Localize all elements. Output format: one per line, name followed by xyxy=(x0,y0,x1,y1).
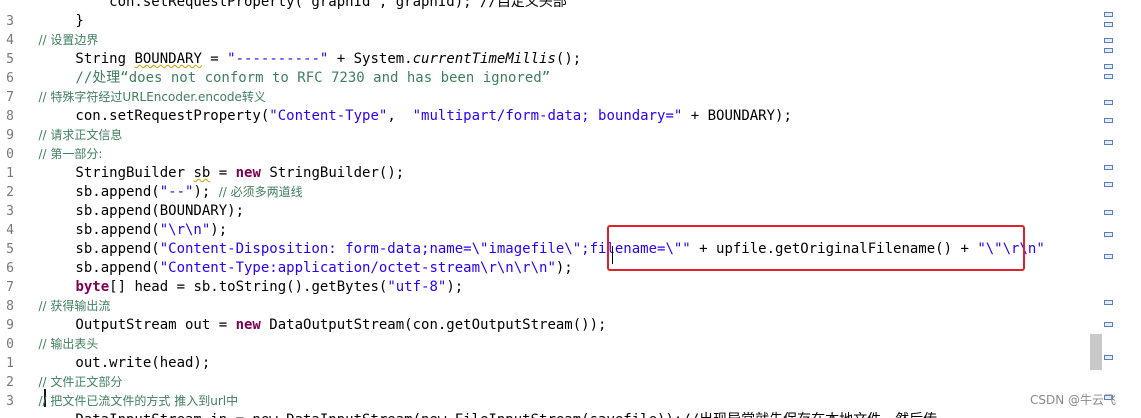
ruler-marker[interactable] xyxy=(1104,12,1113,17)
code-token: = xyxy=(210,165,236,181)
code-token: sb.append(BOUNDARY); xyxy=(8,203,245,219)
ruler-marker[interactable] xyxy=(1104,74,1113,79)
code-token: , xyxy=(387,108,413,124)
ruler-marker[interactable] xyxy=(1104,64,1113,69)
ruler-marker[interactable] xyxy=(1104,38,1113,43)
code-token: new xyxy=(235,317,261,333)
code-token: sb.append( xyxy=(8,241,160,257)
code-line[interactable]: DataInputStream in = new DataInputStream… xyxy=(8,411,937,418)
code-line[interactable]: byte[] head = sb.toString().getBytes("ut… xyxy=(8,278,463,297)
code-token: DataOutputStream(con.getOutputStream()); xyxy=(260,317,607,333)
code-token: con.setRequestProperty( xyxy=(8,108,270,124)
code-token: // 输出表头 xyxy=(8,337,99,351)
code-line[interactable]: sb.append("\r\n"); xyxy=(8,221,227,240)
code-token: con.setRequestProperty("graphId", graphI… xyxy=(8,0,567,10)
code-line[interactable]: // 请求正文信息 xyxy=(8,126,123,145)
code-token: (); xyxy=(555,51,582,67)
code-token: [] head = sb.toString().getBytes( xyxy=(109,279,388,295)
code-token: sb.append( xyxy=(8,184,160,200)
code-token: + BOUNDARY); xyxy=(682,108,792,124)
overview-ruler[interactable] xyxy=(1090,0,1141,418)
code-line[interactable]: // 设置边界 xyxy=(8,31,99,50)
code-line[interactable]: con.setRequestProperty("Content-Type", "… xyxy=(8,107,792,126)
code-token: ); xyxy=(446,279,464,295)
ruler-marker[interactable] xyxy=(1104,140,1113,145)
code-token: StringBuilder xyxy=(8,165,194,181)
ruler-marker[interactable] xyxy=(1104,182,1113,187)
code-line[interactable]: // 文件正文部分 xyxy=(8,373,123,392)
code-token: DataInputStream in = new DataInputStream… xyxy=(8,412,937,418)
code-token: "--" xyxy=(159,184,194,200)
code-token: ); xyxy=(193,184,219,200)
code-token: StringBuilder(); xyxy=(260,165,405,181)
code-token: sb xyxy=(193,165,211,181)
code-token: + System. xyxy=(328,51,413,67)
watermark: CSDN @牛云飞 xyxy=(1030,393,1117,407)
ruler-marker[interactable] xyxy=(1104,232,1113,237)
code-token: "multipart/form-data; boundary=" xyxy=(412,108,683,124)
code-token: "----------" xyxy=(227,51,329,67)
code-line[interactable]: // 输出表头 xyxy=(8,335,99,354)
code-line[interactable]: out.write(head); xyxy=(8,354,210,373)
code-token: sb.append( xyxy=(8,260,160,276)
code-token: } xyxy=(8,13,84,29)
ruler-marker[interactable] xyxy=(1104,48,1113,53)
code-token: //处理“does not conform to RFC 7230 and ha… xyxy=(8,70,551,86)
code-line[interactable]: // 把文件已流文件的方式 推入到url中 xyxy=(8,392,239,411)
ruler-marker[interactable] xyxy=(1104,254,1113,259)
code-token: // 获得输出流 xyxy=(8,299,111,313)
text-cursor xyxy=(612,246,613,264)
ruler-marker[interactable] xyxy=(1104,165,1113,170)
code-token: ); xyxy=(210,222,228,238)
code-line[interactable]: // 第一部分: xyxy=(8,145,103,164)
ruler-marker[interactable] xyxy=(1104,300,1113,305)
code-line[interactable]: sb.append("--"); // 必须多两道线 xyxy=(8,183,303,202)
code-line[interactable]: sb.append("Content-Type:application/octe… xyxy=(8,259,573,278)
code-token: = xyxy=(201,51,228,67)
code-token: // 第一部分: xyxy=(8,147,103,161)
code-line[interactable]: // 获得输出流 xyxy=(8,297,111,316)
code-token: currentTimeMillis xyxy=(412,51,556,67)
ruler-marker[interactable] xyxy=(1104,118,1113,123)
code-token: byte xyxy=(75,279,110,295)
code-token: new xyxy=(235,165,261,181)
code-token: // 必须多两道线 xyxy=(218,185,303,199)
code-token: // 把文件已流文件的方式 推入到url中 xyxy=(8,394,239,408)
code-token: "Content-Type" xyxy=(269,108,388,124)
code-token: // 特殊字符经过URLEncoder.encode转义 xyxy=(8,90,266,104)
ruler-marker[interactable] xyxy=(1104,100,1113,105)
code-line[interactable]: sb.append(BOUNDARY); xyxy=(8,202,244,221)
code-token: sb.append( xyxy=(8,222,160,238)
highlight-box xyxy=(607,225,1025,271)
code-editor[interactable]: 345678901234567890123 con.setRequestProp… xyxy=(0,0,1090,418)
ruler-marker[interactable] xyxy=(1104,210,1113,215)
scrollbar-thumb[interactable] xyxy=(1090,334,1102,370)
code-token: ); xyxy=(555,260,573,276)
code-line[interactable]: // 特殊字符经过URLEncoder.encode转义 xyxy=(8,88,266,107)
code-token: BOUNDARY xyxy=(134,51,202,67)
code-token: String xyxy=(8,51,135,67)
ruler-marker[interactable] xyxy=(1104,22,1113,27)
code-token: "utf-8" xyxy=(387,279,447,295)
code-line[interactable]: //处理“does not conform to RFC 7230 and ha… xyxy=(8,69,550,88)
code-line[interactable]: String BOUNDARY = "----------" + System.… xyxy=(8,50,581,69)
code-line[interactable]: OutputStream out = new DataOutputStream(… xyxy=(8,316,606,335)
code-token: "\r\n" xyxy=(159,222,211,238)
code-line[interactable]: } xyxy=(8,12,84,31)
ruler-marker[interactable] xyxy=(1104,322,1113,327)
code-token: // 请求正文信息 xyxy=(8,128,123,142)
code-line[interactable]: con.setRequestProperty("graphId", graphI… xyxy=(8,0,567,12)
code-line[interactable]: StringBuilder sb = new StringBuilder(); xyxy=(8,164,404,183)
code-token: OutputStream out = xyxy=(8,317,236,333)
code-token: "Content-Type:application/octet-stream\r… xyxy=(159,260,556,276)
code-token: out.write(head); xyxy=(8,355,211,371)
code-token: // 设置边界 xyxy=(8,33,99,47)
code-token: // 文件正文部分 xyxy=(8,375,123,389)
ruler-marker[interactable] xyxy=(1104,355,1113,360)
